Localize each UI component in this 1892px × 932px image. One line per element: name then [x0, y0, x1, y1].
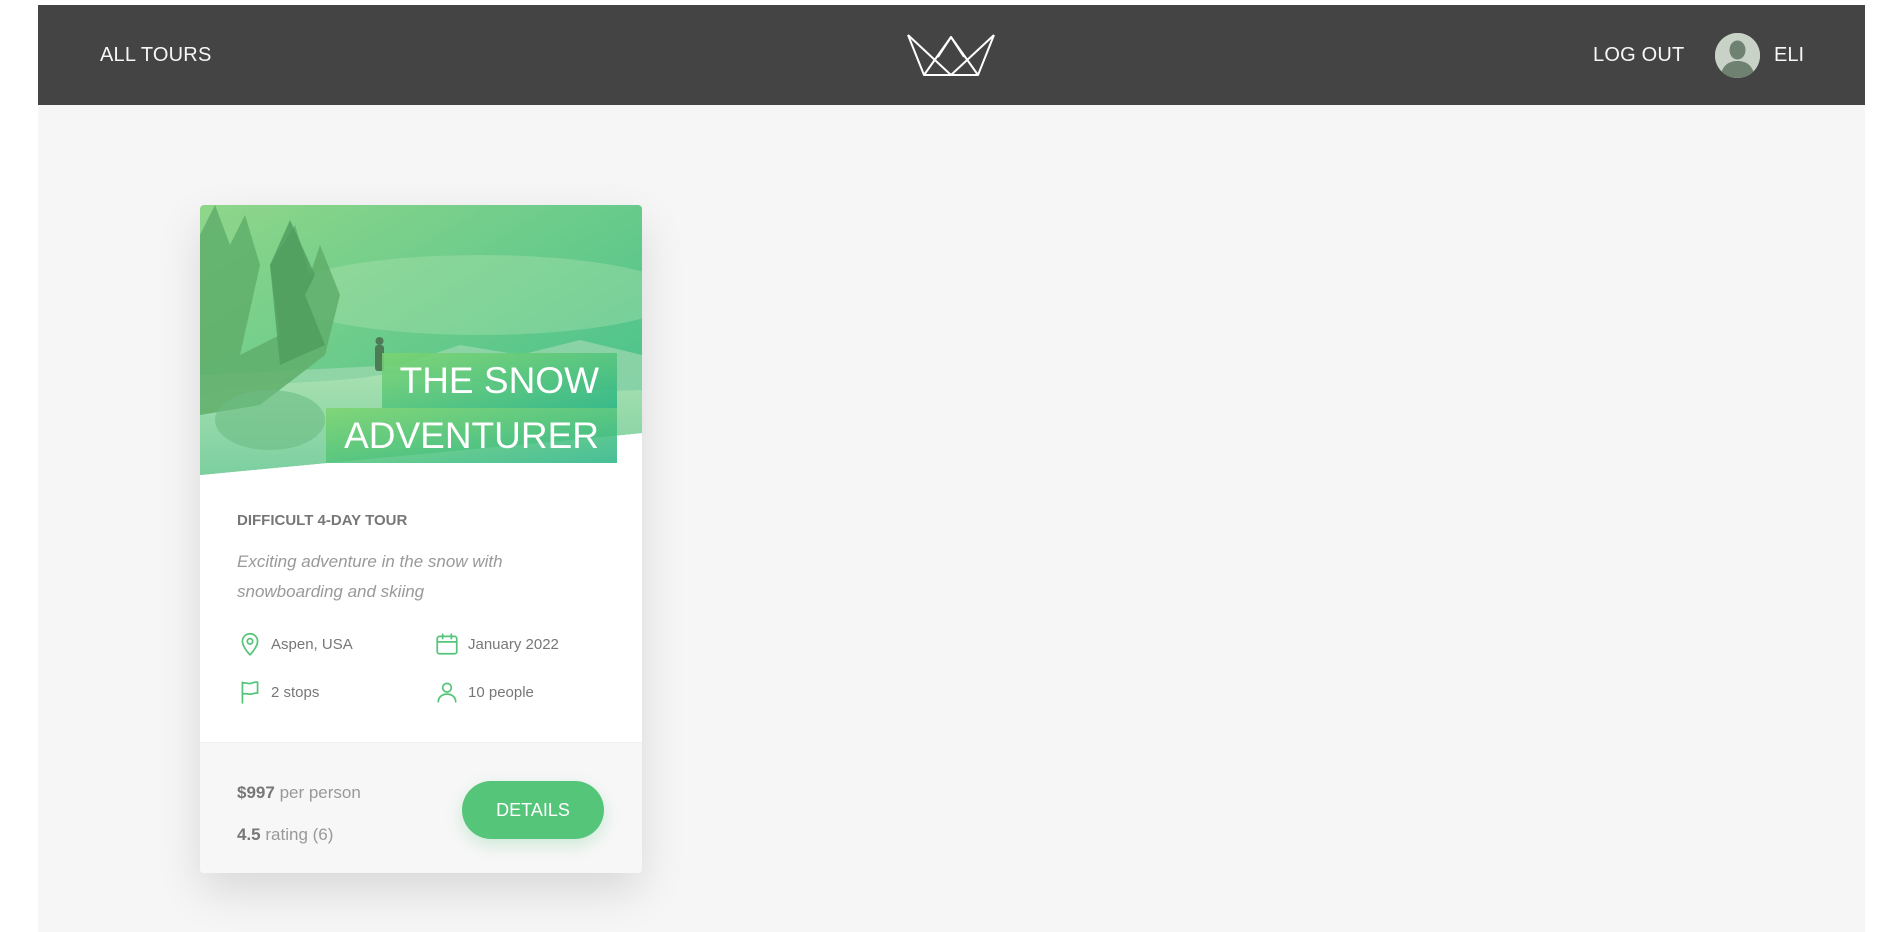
tour-price: $997 per person	[237, 783, 361, 803]
user-avatar-icon	[1715, 32, 1760, 78]
tour-summary: Exciting adventure in the snow with snow…	[237, 552, 503, 601]
tour-card: THE SNOW ADVENTURER DIFFICULT 4-DAY TOUR…	[200, 205, 642, 873]
top-navbar: ALL TOURS LOG OUT ELI	[38, 5, 1865, 105]
map-pin-icon	[241, 632, 259, 656]
card-details: DIFFICULT 4-DAY TOUR Exciting adventure …	[200, 475, 642, 747]
tour-name-heading: THE SNOW ADVENTURER	[326, 353, 617, 463]
tour-date-text: January 2022	[468, 635, 559, 653]
tour-info-grid: Aspen, USA January 2022 2 stops 10 peopl…	[237, 631, 605, 705]
user-icon	[437, 682, 457, 703]
calendar-icon	[436, 633, 458, 655]
card-footer: $997 per person 4.5 rating (6) DETAILS	[200, 742, 642, 873]
tour-location: Aspen, USA	[237, 631, 434, 657]
tour-stops-text: 2 stops	[271, 683, 320, 701]
details-button[interactable]: DETAILS	[462, 781, 604, 839]
tour-difficulty-heading: DIFFICULT 4-DAY TOUR	[237, 512, 408, 529]
tour-name-line-2: ADVENTURER	[326, 408, 617, 463]
card-header: THE SNOW ADVENTURER	[200, 205, 642, 475]
tour-stops: 2 stops	[237, 679, 434, 705]
all-tours-link[interactable]: ALL TOURS	[100, 5, 211, 105]
tour-rating-value: 4.5	[237, 825, 261, 844]
crown-logo-icon[interactable]	[906, 29, 996, 79]
tour-rating-count: rating (6)	[265, 825, 334, 844]
user-account-menu[interactable]: ELI	[1715, 5, 1804, 105]
flag-icon	[241, 681, 259, 704]
tour-date: January 2022	[434, 631, 594, 657]
tour-group-size-text: 10 people	[468, 683, 534, 701]
user-name: ELI	[1774, 43, 1805, 66]
tour-rating: 4.5 rating (6)	[237, 825, 333, 845]
tour-price-value: $997	[237, 783, 275, 802]
log-out-link[interactable]: LOG OUT	[1593, 5, 1684, 105]
tour-price-unit: per person	[279, 783, 361, 802]
tour-name-line-1: THE SNOW	[381, 353, 617, 408]
tour-group-size: 10 people	[434, 679, 594, 705]
tour-location-text: Aspen, USA	[271, 635, 353, 653]
